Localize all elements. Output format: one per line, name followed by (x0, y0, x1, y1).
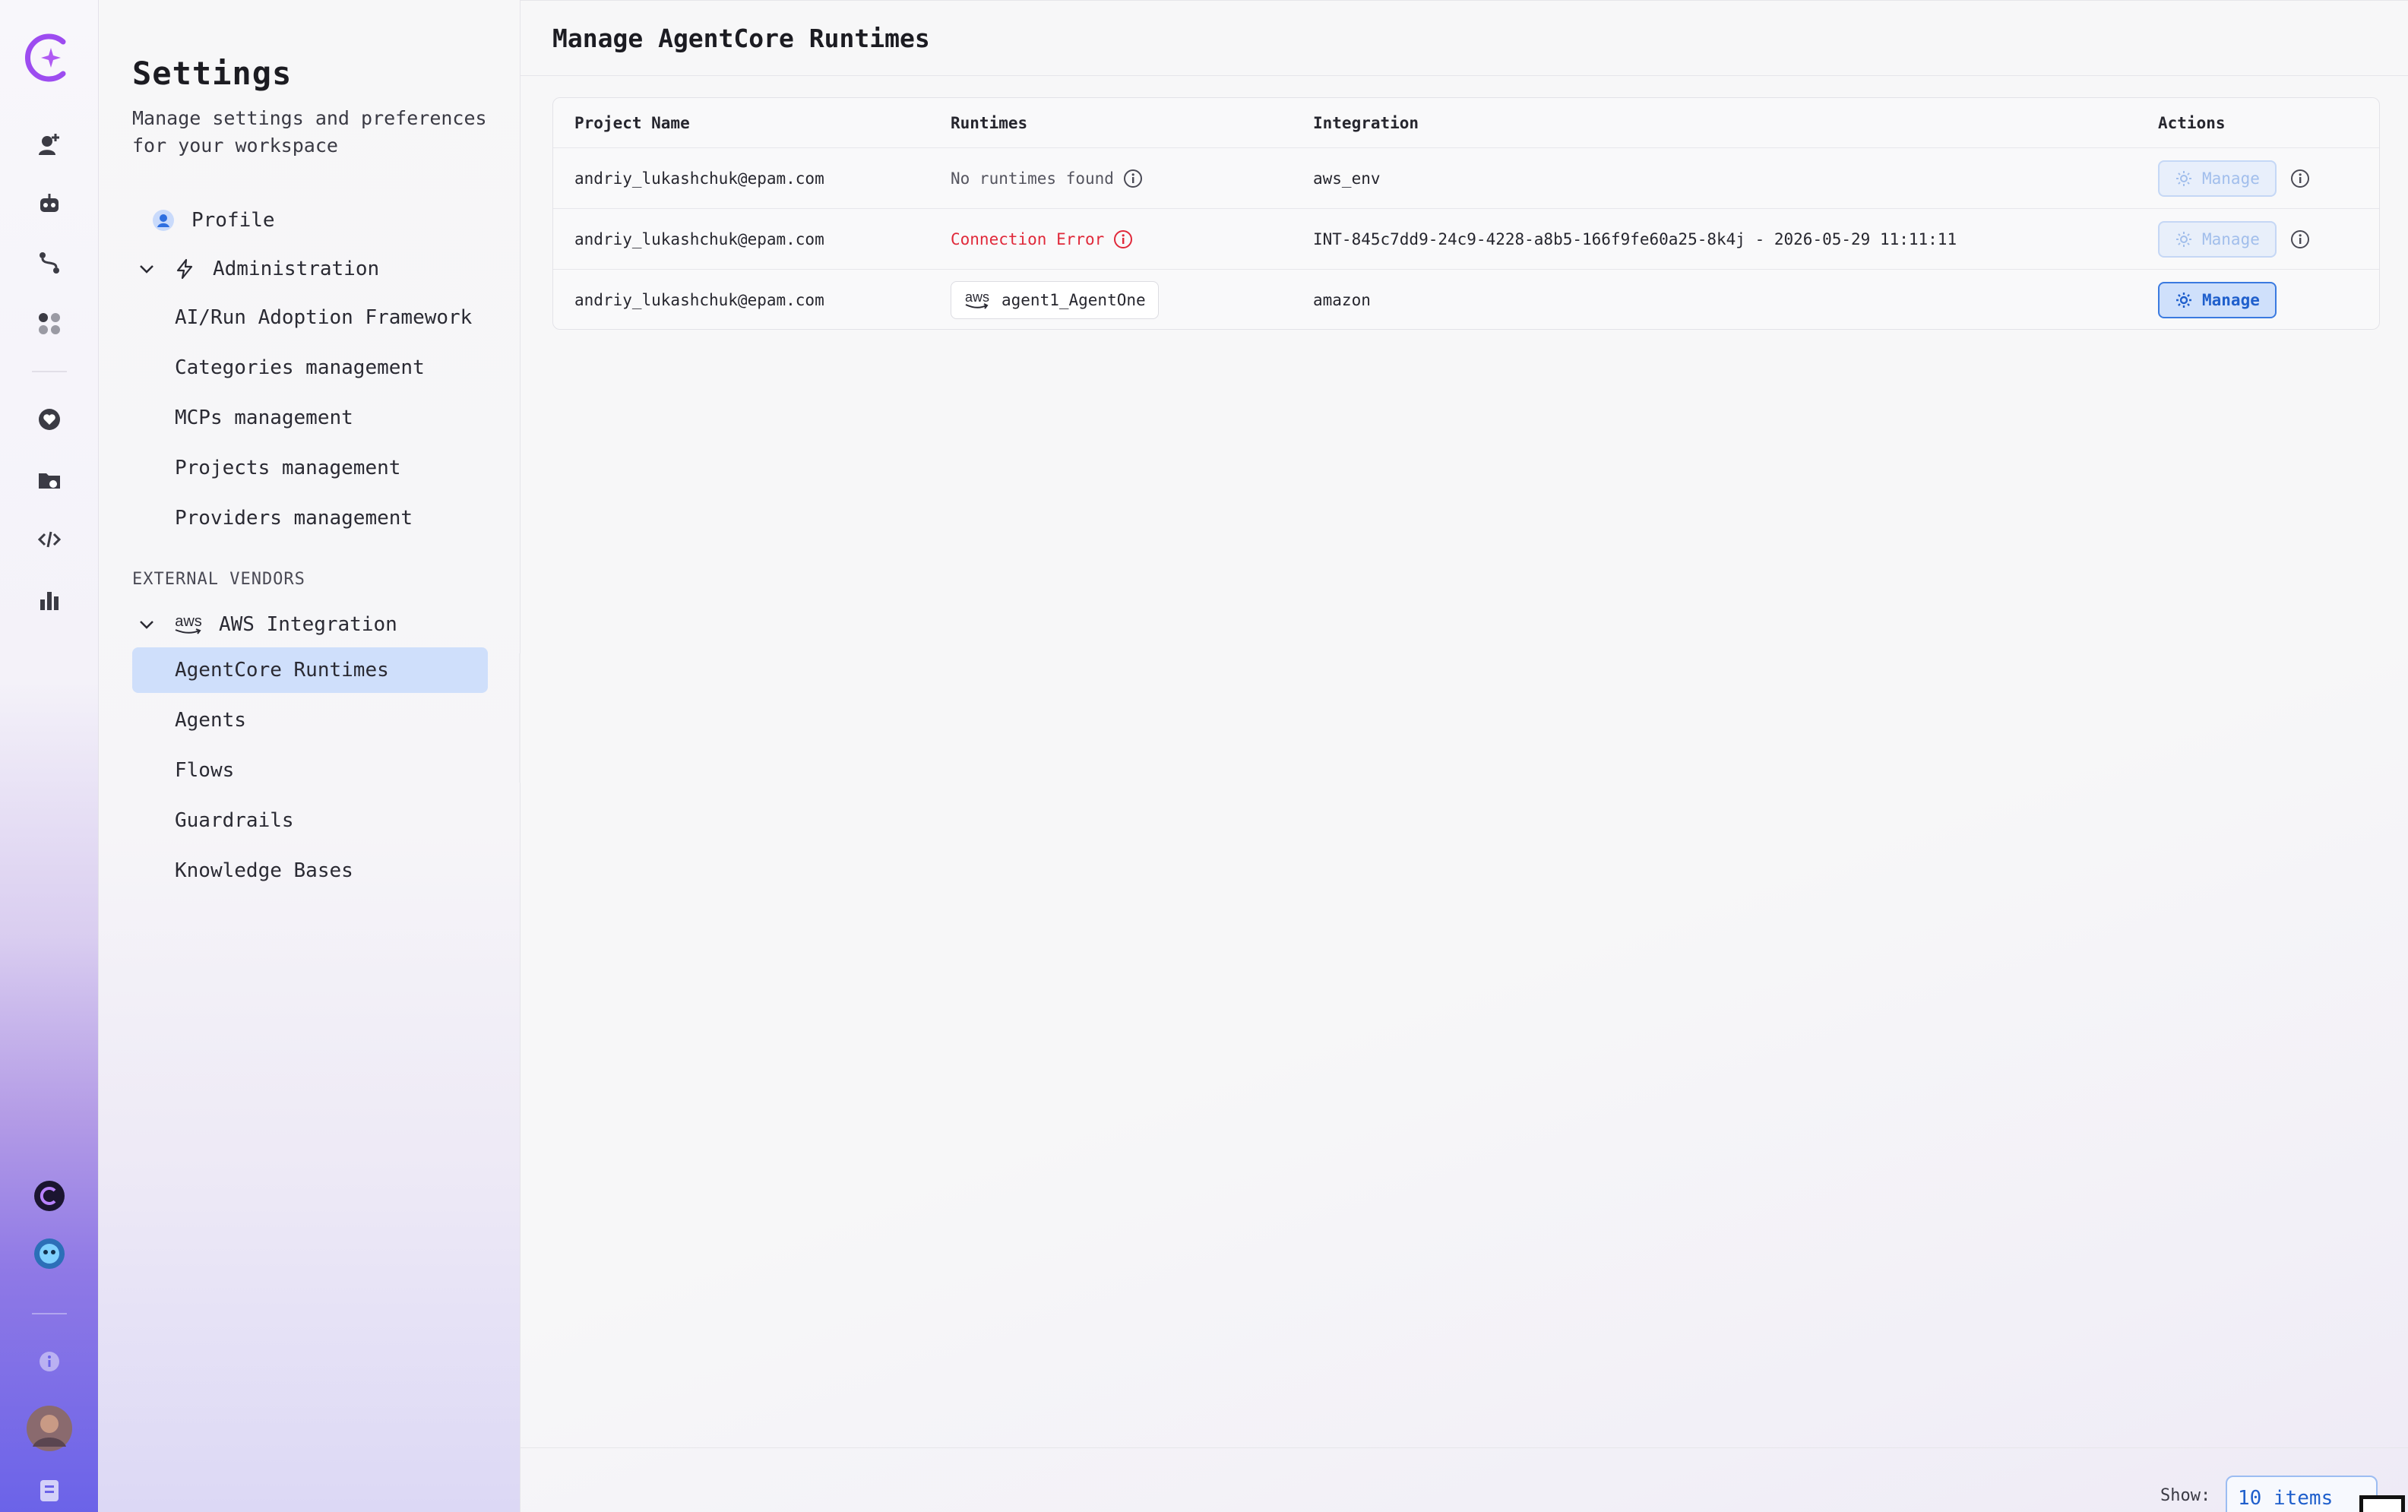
administration-label: Administration (213, 258, 380, 280)
manage-button-label: Manage (2202, 169, 2260, 188)
info-icon[interactable] (2290, 229, 2310, 249)
mascot-icon[interactable] (33, 1237, 66, 1270)
page-title: Manage AgentCore Runtimes (552, 24, 930, 53)
analytics-icon[interactable] (33, 584, 66, 617)
nav-item-agents[interactable]: Agents (175, 697, 246, 743)
column-header-integration: Integration (1313, 113, 1419, 132)
settings-title: Settings (132, 55, 293, 92)
runtime-status-text: Connection Error (951, 229, 1105, 248)
profile-label: Profile (191, 209, 275, 232)
page-header: Manage AgentCore Runtimes (521, 0, 2408, 76)
profile-icon (152, 209, 175, 232)
heart-icon[interactable] (33, 403, 66, 436)
nav-item-knowledge-bases[interactable]: Knowledge Bases (175, 848, 353, 894)
actions-cell: Manage (2158, 148, 2310, 208)
runtimes-table: Project Name Runtimes Integration Action… (552, 97, 2380, 330)
runtime-status: aws agent1_AgentOne (951, 270, 1159, 329)
external-vendors-heading: EXTERNAL VENDORS (132, 570, 305, 589)
column-header-project: Project Name (574, 113, 690, 132)
folder-icon[interactable] (33, 463, 66, 497)
rail-divider (32, 371, 67, 372)
aws-logo-icon: aws (964, 290, 991, 309)
docs-icon[interactable] (33, 1474, 66, 1507)
manage-button[interactable]: Manage (2158, 160, 2277, 197)
runtime-status: Connection Error (951, 209, 1133, 269)
page-size-label: Show: (2160, 1486, 2211, 1505)
pagination-footer: Show: 10 items (521, 1447, 2408, 1512)
nav-item-administration[interactable]: Administration (132, 246, 379, 292)
actions-cell: Manage (2158, 209, 2310, 269)
integration-name: aws_env (1313, 169, 1381, 188)
aws-integration-label: AWS Integration (219, 613, 397, 636)
code-icon[interactable] (33, 523, 66, 556)
nav-item-flows[interactable]: Flows (175, 748, 234, 793)
info-icon[interactable] (1123, 169, 1143, 188)
icon-rail (0, 0, 99, 1512)
column-header-runtimes: Runtimes (951, 113, 1028, 132)
runtime-status: No runtimes found (951, 148, 1143, 208)
runtime-status-text: No runtimes found (951, 169, 1114, 188)
table-row: andriy_lukashchuk@epam.com Connection Er… (553, 209, 2379, 270)
overlay-fragment (2359, 1495, 2405, 1512)
nav-item-mcps[interactable]: MCPs management (175, 395, 353, 441)
nav-item-guardrails[interactable]: Guardrails (175, 798, 294, 843)
table-row: andriy_lukashchuk@epam.com aws agent1_Ag… (553, 270, 2379, 329)
page-size-select[interactable]: 10 items (2226, 1476, 2378, 1512)
chevron-down-icon (137, 615, 157, 634)
project-name: andriy_lukashchuk@epam.com (574, 229, 824, 248)
workflow-icon[interactable] (33, 246, 66, 280)
settings-subtitle: Manage settings and preferences for your… (132, 107, 487, 157)
table-header-row: Project Name Runtimes Integration Action… (553, 98, 2379, 148)
table-row: andriy_lukashchuk@epam.com No runtimes f… (553, 148, 2379, 209)
actions-cell: Manage (2158, 270, 2277, 329)
integration-name: amazon (1313, 291, 1371, 309)
new-assistant-icon[interactable] (33, 128, 66, 161)
manage-button-label: Manage (2202, 229, 2260, 248)
nav-item-projects[interactable]: Projects management (175, 445, 400, 491)
gear-icon (2175, 291, 2193, 309)
nav-item-providers[interactable]: Providers management (175, 495, 413, 541)
nav-item-aws-integration[interactable]: aws AWS Integration (132, 602, 397, 647)
project-name: andriy_lukashchuk@epam.com (574, 169, 824, 188)
main-content: Manage AgentCore Runtimes Project Name R… (521, 0, 2408, 1512)
user-avatar[interactable] (25, 1404, 74, 1453)
info-icon[interactable] (33, 1345, 66, 1378)
brand-icon[interactable] (33, 1179, 66, 1213)
column-header-actions: Actions (2158, 113, 2226, 132)
runtime-chip-label: agent1_AgentOne (1001, 291, 1146, 309)
robot-icon[interactable] (33, 187, 66, 220)
nav-item-profile[interactable]: Profile (152, 198, 275, 243)
integration-name: INT-845c7dd9-24c9-4228-a8b5-166f9fe60a25… (1313, 229, 1957, 248)
error-info-icon[interactable] (1113, 229, 1133, 249)
info-icon[interactable] (2290, 169, 2310, 188)
runtime-chip[interactable]: aws agent1_AgentOne (951, 281, 1159, 319)
nav-item-airun-framework[interactable]: AI/Run Adoption Framework (175, 295, 472, 340)
chevron-down-icon (137, 259, 157, 279)
page-size-value: 10 items (2238, 1487, 2334, 1510)
manage-button[interactable]: Manage (2158, 220, 2277, 258)
apps-icon[interactable] (33, 307, 66, 340)
manage-button[interactable]: Manage (2158, 282, 2277, 318)
app-logo-icon[interactable] (25, 33, 74, 82)
rail-divider-lower (32, 1313, 67, 1314)
lightning-icon (173, 258, 196, 280)
gear-icon (2175, 169, 2193, 188)
nav-item-agentcore-runtimes[interactable]: AgentCore Runtimes (132, 647, 488, 693)
project-name: andriy_lukashchuk@epam.com (574, 291, 824, 309)
aws-logo-icon: aws (173, 614, 204, 634)
gear-icon (2175, 230, 2193, 248)
nav-item-categories[interactable]: Categories management (175, 345, 425, 391)
manage-button-label: Manage (2202, 291, 2260, 309)
settings-panel: Settings Manage settings and preferences… (99, 0, 521, 1512)
